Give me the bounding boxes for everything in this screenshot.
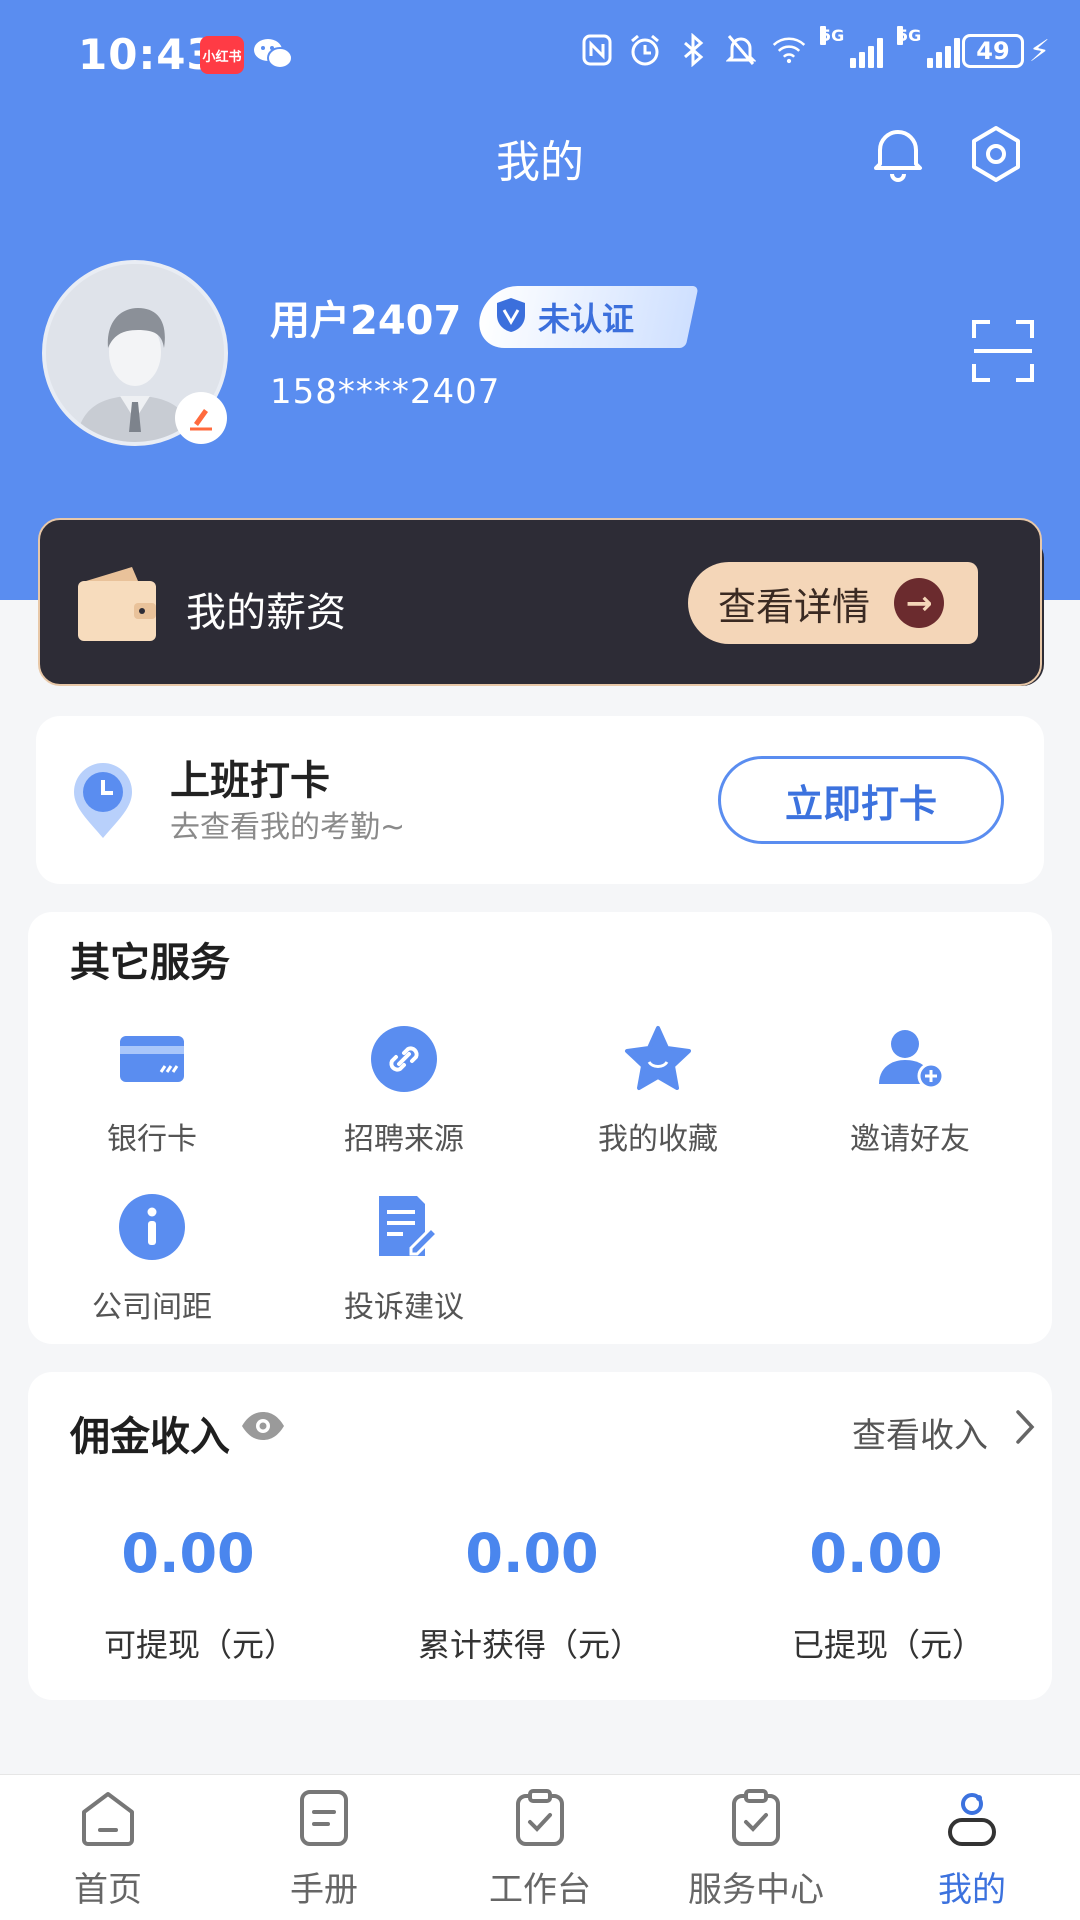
xiaohongshu-notification-icon: 小红书 (200, 36, 244, 74)
view-detail-label: 查看详情 (718, 584, 871, 629)
nav-label: 手册 (290, 1870, 358, 1910)
checkin-title: 上班打卡 (170, 758, 330, 804)
wechat-notification-icon (252, 36, 294, 82)
status-time: 10:43 (78, 30, 217, 79)
commission-title: 佣金收入 (70, 1414, 230, 1460)
checkin-subtitle[interactable]: 去查看我的考勤~ (170, 802, 405, 846)
mute-icon (724, 30, 758, 70)
withdrawable-amount: 0.00 (121, 1522, 255, 1585)
service-label: 投诉建议 (344, 1290, 464, 1325)
nav-label: 我的 (938, 1870, 1006, 1910)
service-complaint-suggestion[interactable]: 投诉建议 (304, 1192, 504, 1326)
nav-item-manual[interactable]: 手册 (224, 1788, 424, 1911)
signal-icon: 5G (820, 26, 883, 68)
edit-document-icon (369, 1192, 440, 1262)
wallet-icon (76, 565, 158, 643)
total-earned-amount: 0.00 (465, 1522, 599, 1585)
nav-item-service-center[interactable]: 服务中心 (656, 1788, 856, 1911)
checkin-button[interactable]: 立即打卡 (718, 756, 1004, 844)
status-bar: 10:43 小红书 5G 5G 49 ⚡ (0, 0, 1080, 110)
star-icon (623, 1024, 693, 1094)
nav-label: 首页 (74, 1870, 142, 1910)
home-icon (78, 1788, 138, 1848)
service-label: 招聘来源 (344, 1122, 464, 1157)
service-label: 公司间距 (92, 1290, 212, 1325)
profile-icon (942, 1788, 1002, 1848)
service-invite-friends[interactable]: 邀请好友 (810, 1024, 1010, 1158)
scan-icon[interactable] (970, 318, 1036, 384)
nav-item-profile[interactable]: 我的 (872, 1788, 1072, 1911)
settings-icon[interactable] (966, 124, 1026, 184)
service-recruit-source[interactable]: 招聘来源 (304, 1024, 504, 1158)
service-favorites[interactable]: 我的收藏 (558, 1024, 758, 1158)
edit-avatar-icon[interactable] (175, 392, 227, 444)
view-salary-detail-button[interactable]: 查看详情 → (688, 562, 978, 644)
eye-icon[interactable] (240, 1410, 286, 1442)
battery-icon: 49 (962, 34, 1024, 68)
wifi-icon (772, 30, 806, 70)
nav-label: 工作台 (489, 1870, 591, 1910)
arrow-right-icon: → (894, 578, 944, 628)
shield-icon (494, 296, 528, 338)
services-title: 其它服务 (70, 940, 230, 986)
phone-number: 158****2407 (270, 372, 501, 412)
withdrawn-amount: 0.00 (809, 1522, 943, 1585)
verify-status-badge[interactable]: 未认证 (473, 286, 699, 348)
username: 用户2407 (270, 298, 462, 344)
verify-status-label: 未认证 (538, 300, 635, 338)
withdrawable-label: 可提现（元） (103, 1626, 296, 1664)
service-bank-card[interactable]: 银行卡 (52, 1024, 252, 1158)
nav-label: 服务中心 (688, 1870, 824, 1910)
alarm-icon (628, 30, 662, 70)
total-earned-label: 累计获得（元） (417, 1626, 642, 1664)
withdrawn-label: 已提现（元） (791, 1626, 984, 1664)
service-label: 邀请好友 (850, 1122, 970, 1157)
chevron-right-icon[interactable] (1010, 1406, 1040, 1448)
bank-card-icon (117, 1024, 187, 1094)
manual-icon (294, 1788, 354, 1848)
nav-item-workbench[interactable]: 工作台 (440, 1788, 640, 1911)
service-company-distance[interactable]: 公司间距 (52, 1192, 252, 1326)
bluetooth-icon (676, 30, 710, 70)
signal-icon: 5G (897, 26, 960, 68)
location-clock-icon (70, 762, 136, 840)
view-income-link[interactable]: 查看收入 (852, 1408, 988, 1457)
nfc-icon (580, 30, 614, 70)
charging-icon: ⚡ (1028, 34, 1050, 69)
service-label: 银行卡 (107, 1122, 197, 1157)
workbench-icon (510, 1788, 570, 1848)
add-user-icon (875, 1024, 945, 1094)
info-icon (117, 1192, 187, 1262)
service-center-icon (726, 1788, 786, 1848)
bell-icon[interactable] (870, 122, 926, 182)
service-label: 我的收藏 (598, 1122, 718, 1157)
link-icon (369, 1024, 439, 1094)
salary-title: 我的薪资 (186, 590, 346, 636)
nav-item-home[interactable]: 首页 (8, 1788, 208, 1911)
